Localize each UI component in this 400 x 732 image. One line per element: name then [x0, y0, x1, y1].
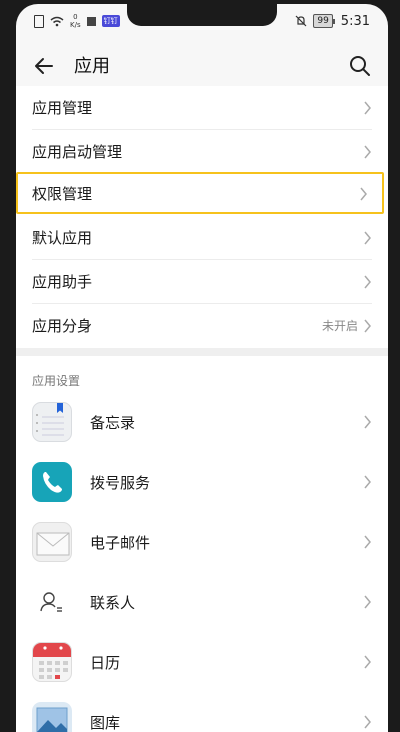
- chevron-right-icon: [364, 319, 371, 332]
- battery-icon: 99: [313, 14, 335, 28]
- app-item-calendar[interactable]: 日历: [16, 636, 388, 696]
- battery-tip: [332, 18, 335, 24]
- menu-item-label: 权限管理: [32, 185, 93, 203]
- app-item-gallery[interactable]: 图库: [16, 696, 388, 732]
- mute-icon: [295, 15, 307, 27]
- app-item-notepad[interactable]: 备忘录: [16, 396, 388, 456]
- app-item-label: 备忘录: [90, 414, 136, 432]
- app-item-label: 拨号服务: [90, 474, 151, 492]
- menu-item-label: 应用分身: [32, 317, 93, 335]
- chevron-right-icon: [364, 715, 371, 729]
- camera-notch: [127, 4, 277, 26]
- back-arrow-icon[interactable]: [32, 54, 56, 78]
- app-item-label: 联系人: [90, 594, 136, 612]
- menu-item-label: 应用启动管理: [32, 143, 123, 161]
- chevron-right-icon: [360, 187, 367, 200]
- menu-item-default-apps[interactable]: 默认应用: [16, 216, 388, 259]
- chevron-right-icon: [364, 655, 371, 669]
- status-left: 0 K/s 钉钉: [16, 13, 120, 29]
- app-menu-list: 应用管理 应用启动管理 权限管理 默认应用 应用助手 应用分身 未开启: [16, 86, 388, 348]
- app-item-label: 图库: [90, 714, 121, 732]
- chevron-right-icon: [364, 475, 371, 489]
- menu-item-label: 应用管理: [32, 99, 93, 117]
- section-title: 应用设置: [32, 374, 81, 388]
- app-settings-section: 应用设置 备忘录 拨号服务 电子邮件 联系人 日历 图库: [16, 356, 388, 732]
- search-icon[interactable]: [348, 54, 372, 78]
- menu-item-app-management[interactable]: 应用管理: [16, 86, 388, 129]
- sim-icon: [34, 14, 44, 28]
- chevron-right-icon: [364, 275, 371, 288]
- menu-item-label: 默认应用: [32, 229, 93, 247]
- contacts-icon: [32, 582, 72, 622]
- page-title: 应用: [74, 56, 110, 77]
- section-gap: [16, 348, 388, 356]
- app-header: 应用: [16, 42, 388, 88]
- app-item-label: 日历: [90, 654, 121, 672]
- menu-item-app-assistant[interactable]: 应用助手: [16, 260, 388, 303]
- chevron-right-icon: [364, 231, 371, 244]
- app-item-label: 电子邮件: [90, 534, 151, 552]
- chevron-right-icon: [364, 145, 371, 158]
- phone-screen: 0 K/s 钉钉 99 5:31 应用 应用管理 应用启动管理 权限管理 默认应…: [16, 4, 388, 732]
- notepad-icon: [32, 402, 72, 442]
- phone-icon: [32, 462, 72, 502]
- app-twin-status: 未开启: [321, 319, 358, 333]
- wifi-icon: [50, 16, 64, 26]
- chevron-right-icon: [364, 101, 371, 114]
- gallery-icon: [32, 702, 72, 732]
- app-item-contacts[interactable]: 联系人: [16, 576, 388, 636]
- net-speed-unit: K/s: [70, 21, 81, 29]
- status-right: 99 5:31: [295, 14, 388, 29]
- app-item-dialer[interactable]: 拨号服务: [16, 456, 388, 516]
- app-item-email[interactable]: 电子邮件: [16, 516, 388, 576]
- battery-level: 99: [313, 14, 333, 28]
- app-badge: 钉钉: [101, 15, 120, 27]
- network-speed: 0 K/s: [70, 13, 81, 29]
- chevron-right-icon: [364, 415, 371, 429]
- net-speed-value: 0: [73, 13, 78, 21]
- menu-item-label: 应用助手: [32, 273, 93, 291]
- menu-item-permission-management[interactable]: 权限管理: [16, 172, 388, 215]
- calendar-icon: [32, 642, 72, 682]
- menu-item-app-launch-management[interactable]: 应用启动管理: [16, 130, 388, 173]
- chevron-right-icon: [364, 535, 371, 549]
- mail-icon: [32, 522, 72, 562]
- status-bar: 0 K/s 钉钉 99 5:31: [16, 4, 388, 38]
- clock: 5:31: [340, 13, 370, 29]
- notification-icon: [86, 16, 96, 26]
- chevron-right-icon: [364, 595, 371, 609]
- menu-item-app-twin[interactable]: 应用分身 未开启: [16, 304, 388, 347]
